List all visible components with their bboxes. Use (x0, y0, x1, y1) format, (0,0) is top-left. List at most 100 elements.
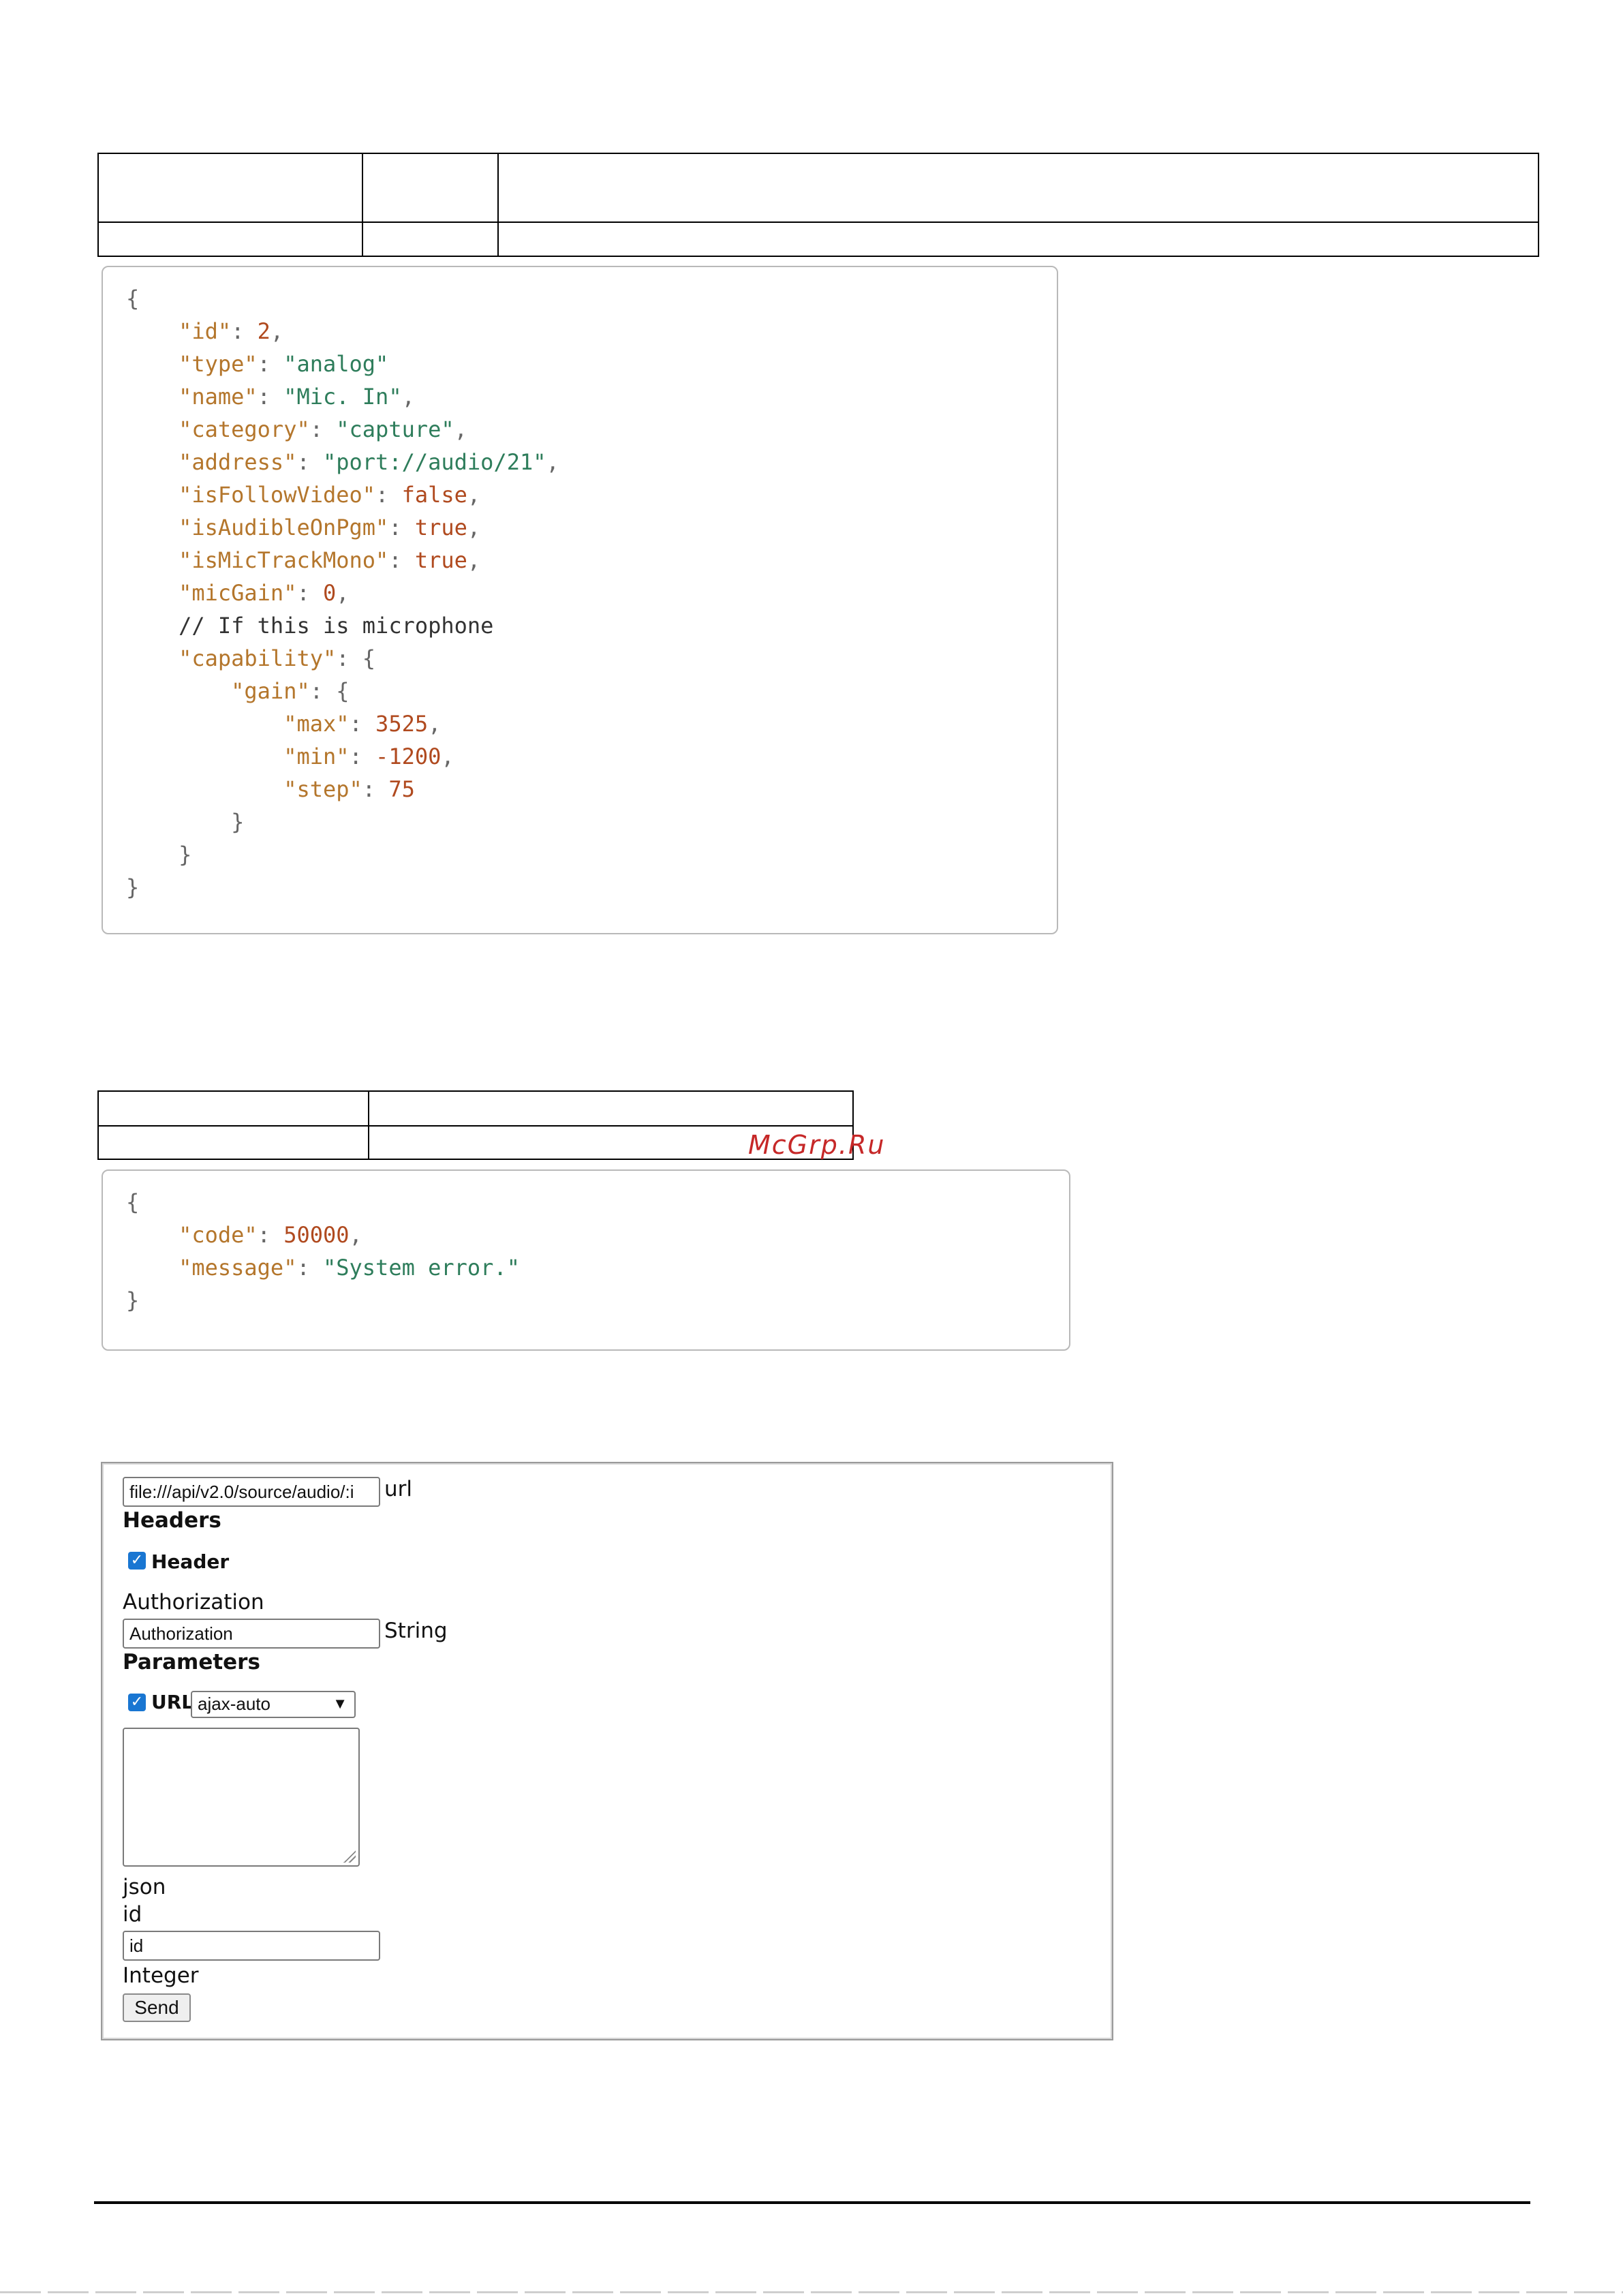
code-token: "capability" (179, 645, 337, 671)
code-token: "capture" (336, 416, 454, 442)
code-line: "gain": { (126, 675, 1057, 707)
code-token: : (349, 711, 376, 737)
authorization-label: Authorization (123, 1590, 264, 1614)
code-token: 0 (322, 580, 337, 606)
footer-divider (94, 2201, 1530, 2204)
code-token: : (309, 416, 337, 442)
code-token: , (349, 1222, 362, 1248)
code-token: : { (336, 645, 376, 671)
code-token: "micGain" (179, 580, 297, 606)
code-token: 3525 (375, 711, 429, 737)
code-token: : (257, 351, 284, 377)
code-line: { (126, 1186, 1069, 1219)
authorization-input[interactable]: Authorization (123, 1619, 380, 1649)
code-token: "analog" (283, 351, 389, 377)
code-line: } (126, 806, 1057, 838)
id-type: Integer (123, 1963, 199, 1988)
code-line: "capability": { (126, 642, 1057, 675)
code-token: "message" (179, 1255, 297, 1281)
table-cell (362, 221, 499, 257)
table-cell (97, 1125, 369, 1160)
code-token: "Mic. In" (283, 384, 402, 410)
watermark: McGrp.Ru (748, 1130, 886, 1160)
code-token: } (126, 874, 140, 900)
table-cell (362, 153, 499, 223)
code-line: "category": "capture", (126, 413, 1057, 446)
table-cell (497, 221, 1539, 257)
code-token: , (401, 384, 415, 410)
code-line: "step": 75 (126, 773, 1057, 806)
code-line: } (126, 871, 1057, 904)
code-token: "type" (179, 351, 258, 377)
code-token: { (126, 286, 140, 311)
code-token: "isAudibleOnPgm" (179, 515, 389, 540)
table-row (97, 221, 1539, 257)
code-line: } (126, 1284, 1069, 1317)
code-token: } (126, 842, 192, 868)
code-token: , (546, 449, 559, 475)
code-token: : (296, 580, 323, 606)
code-token: false (401, 482, 467, 508)
code-line: "isMicTrackMono": true, (126, 544, 1057, 577)
url-input[interactable]: file:///api/v2.0/source/audio/:i (123, 1477, 380, 1507)
headers-title: Headers (123, 1508, 221, 1533)
code-token: "id" (179, 318, 232, 344)
code-token: "address" (179, 449, 297, 475)
code-token: , (428, 711, 442, 737)
json-body-textarea[interactable] (123, 1728, 360, 1867)
code-line: "name": "Mic. In", (126, 380, 1057, 413)
code-token: "code" (179, 1222, 258, 1248)
id-input[interactable]: id (123, 1931, 380, 1961)
header-checkbox[interactable]: ✓ (128, 1552, 146, 1570)
resize-handle-icon[interactable] (343, 1850, 356, 1863)
code-token: , (454, 416, 467, 442)
url-label: url (384, 1477, 413, 1501)
send-button[interactable]: Send (123, 1993, 191, 2022)
url-checkbox-label: URL (151, 1691, 194, 1713)
code-line: "min": -1200, (126, 740, 1057, 773)
api-test-form: file:///api/v2.0/source/audio/:i url Hea… (101, 1462, 1113, 2040)
code-token: : (296, 1255, 323, 1281)
code-token: true (414, 547, 467, 573)
code-line: "message": "System error." (126, 1251, 1069, 1284)
code-token: : (388, 547, 415, 573)
page-bottom-edge (0, 2291, 1623, 2293)
body-type-label: json (123, 1875, 166, 1899)
code-token: , (467, 547, 481, 573)
ajax-mode-value: ajax-auto (198, 1694, 270, 1714)
code-token: } (126, 1287, 140, 1313)
id-label: id (123, 1902, 142, 1927)
code-token: , (270, 318, 284, 344)
table-cell (97, 1090, 369, 1127)
code-line: } (126, 838, 1057, 871)
header-checkbox-label: Header (151, 1550, 230, 1573)
code-token: "System error." (322, 1255, 520, 1281)
code-token: : (257, 1222, 284, 1248)
code-token: "gain" (231, 678, 310, 704)
code-token: , (467, 515, 481, 540)
url-checkbox[interactable]: ✓ (128, 1694, 146, 1711)
ajax-mode-select[interactable]: ajax-auto ▼ (191, 1691, 356, 1718)
code-token: : (388, 515, 415, 540)
parameters-title: Parameters (123, 1650, 260, 1674)
code-token: : (296, 449, 323, 475)
code-line: "id": 2, (126, 315, 1057, 348)
code-token: true (414, 515, 467, 540)
code-line: "isFollowVideo": false, (126, 478, 1057, 511)
code-token: : (375, 482, 402, 508)
